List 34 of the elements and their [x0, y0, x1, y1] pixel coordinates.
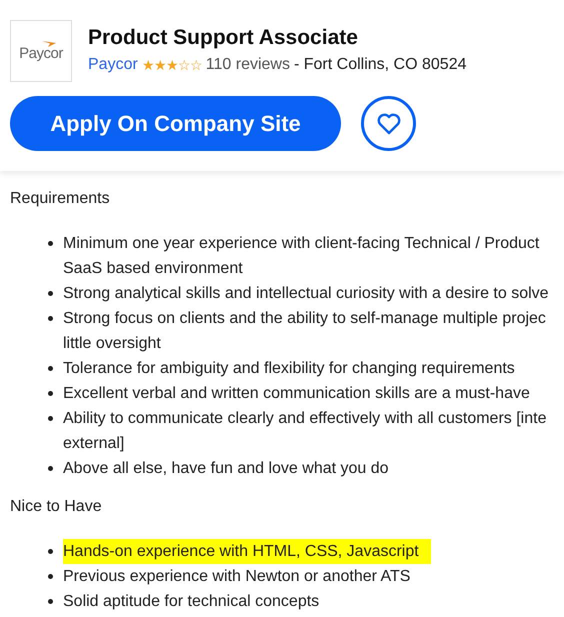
list-item-text: Previous experience with Newton or another ATS: [63, 567, 410, 587]
bullet-icon: [48, 466, 53, 471]
bullet-icon: [48, 291, 53, 296]
reviews-link[interactable]: 110 reviews: [206, 56, 290, 74]
bullet-icon: [48, 574, 53, 579]
job-title: Product Support Associate: [88, 26, 359, 50]
rating-stars: ★★★☆☆: [142, 57, 202, 73]
swoosh-icon: [42, 40, 56, 47]
list-item-text: SaaS based environment: [63, 259, 244, 279]
location-text: - Fort Collins, CO 80524: [294, 56, 466, 74]
bullet-icon: [48, 549, 53, 554]
apply-button[interactable]: Apply On Company Site: [10, 96, 341, 151]
heart-icon: [376, 112, 400, 134]
section-heading: Nice to Have: [10, 497, 103, 517]
list-item-text: Minimum one year experience with client-facing Technical / Product: [63, 234, 540, 254]
bullet-icon: [48, 316, 53, 321]
bullet-icon: [48, 416, 53, 421]
section-heading: Requirements: [10, 189, 111, 209]
list-item-text: external]: [63, 434, 126, 454]
list-item-text: Excellent verbal and written communication skills are a must-have: [63, 384, 530, 404]
list-item-text: Ability to communicate clearly and effectively with all customers [inte: [63, 409, 546, 429]
company-link[interactable]: Paycor: [88, 56, 138, 74]
logo-text: Paycor: [19, 45, 63, 62]
list-item-text: Solid aptitude for technical concepts: [63, 592, 320, 612]
list-item-text: Hands-on experience with HTML, CSS, Javascript: [63, 539, 431, 564]
list-item-text: Strong analytical skills and intellectual curiosity with a desire to solve: [63, 284, 549, 304]
bullet-icon: [48, 391, 53, 396]
list-item-text: little oversight: [63, 334, 162, 354]
list-item-text: Strong focus on clients and the ability to self-manage multiple projec: [63, 309, 546, 329]
bullet-icon: [48, 599, 53, 604]
bullet-icon: [48, 241, 53, 246]
list-item-text: Above all else, have fun and love what you do: [63, 459, 389, 479]
list-item-text: Tolerance for ambiguity and flexibility for changing requirements: [63, 359, 515, 379]
bullet-icon: [48, 366, 53, 371]
